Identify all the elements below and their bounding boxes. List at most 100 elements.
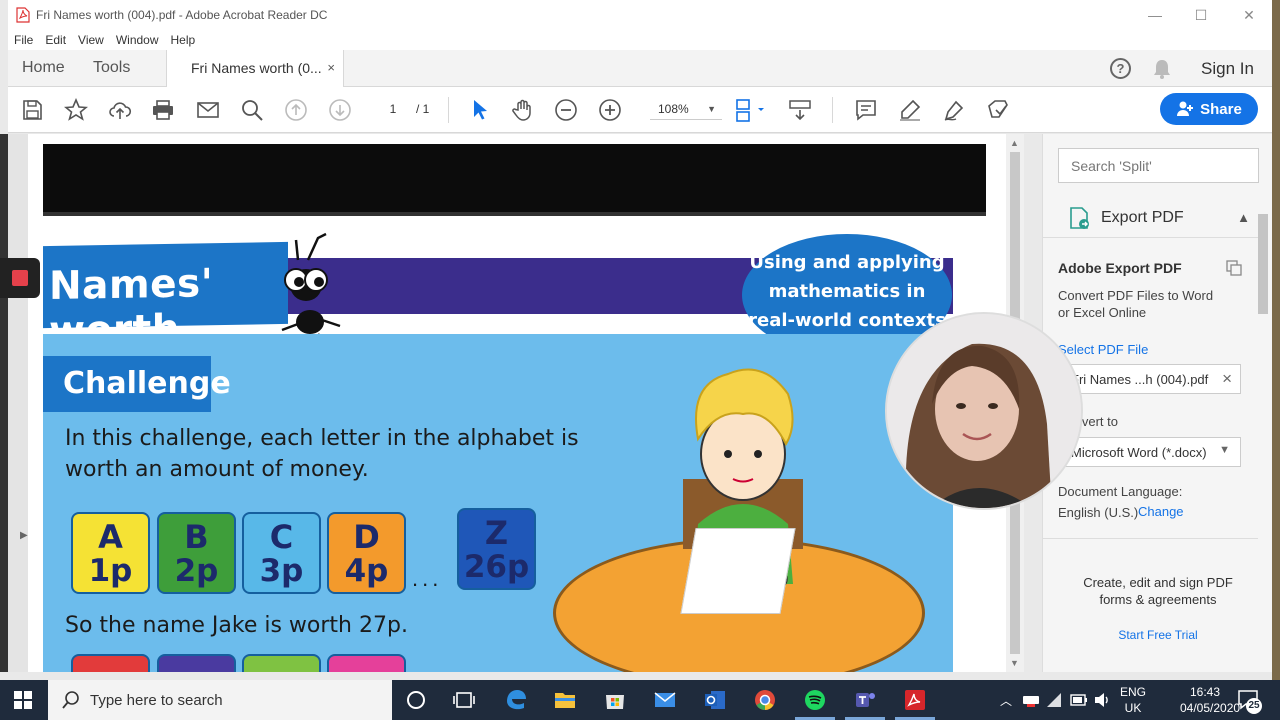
scroll-up-icon[interactable]: ▲: [1010, 138, 1019, 148]
keyboard-scroll-icon[interactable]: [788, 98, 812, 122]
close-window-button[interactable]: ✕: [1226, 0, 1272, 30]
tile-letter: A: [98, 518, 123, 556]
menu-bar: File Edit View Window Help: [8, 30, 1272, 50]
tile-value: 2p: [174, 553, 219, 589]
document-tab-label: Fri Names worth (0...: [191, 60, 322, 76]
menu-file[interactable]: File: [8, 33, 39, 47]
acrobat-taskbar-icon[interactable]: [903, 688, 927, 712]
export-description: or Excel Online: [1058, 305, 1147, 320]
clear-file-icon[interactable]: ×: [1222, 369, 1232, 389]
fill-sign-tools-icon[interactable]: [986, 98, 1010, 122]
export-description: Convert PDF Files to Word: [1058, 288, 1214, 303]
promo-text: Create, edit and sign PDF forms & agreem…: [1043, 574, 1273, 608]
spotify-icon[interactable]: [803, 688, 827, 712]
comment-icon[interactable]: [854, 98, 878, 122]
letter-tile-d: D 4p: [327, 512, 406, 594]
store-icon[interactable]: [603, 688, 627, 712]
share-button[interactable]: Share: [1160, 93, 1258, 125]
menu-edit[interactable]: Edit: [39, 33, 72, 47]
help-icon[interactable]: ?: [1110, 58, 1131, 79]
bubble-line: Using and applying: [749, 252, 945, 273]
previous-page-icon[interactable]: [284, 98, 308, 122]
hand-tool-icon[interactable]: [511, 98, 535, 122]
taskbar-search-input[interactable]: Type here to search: [48, 680, 392, 720]
print-icon[interactable]: [151, 98, 175, 122]
highlight-pen-icon[interactable]: [898, 98, 922, 122]
task-view-icon[interactable]: [452, 688, 476, 712]
desktop-edge: [1272, 0, 1280, 680]
maximize-button[interactable]: ☐: [1178, 0, 1224, 30]
wifi-icon[interactable]: [1046, 692, 1062, 708]
tab-document[interactable]: Fri Names worth (0... ×: [166, 50, 344, 87]
promo-line: forms & agreements: [1099, 592, 1217, 607]
outlook-icon[interactable]: [703, 688, 727, 712]
acrobat-app-icon: [16, 7, 30, 23]
file-explorer-icon[interactable]: [553, 688, 577, 712]
menu-view[interactable]: View: [72, 33, 110, 47]
recording-indicator[interactable]: [0, 258, 40, 298]
zoom-out-icon[interactable]: [554, 98, 578, 122]
copy-icon[interactable]: [1226, 260, 1242, 276]
export-pdf-label: Export PDF: [1101, 209, 1184, 226]
next-page-icon[interactable]: [328, 98, 352, 122]
volume-icon[interactable]: [1094, 692, 1110, 708]
close-tab-icon[interactable]: ×: [327, 60, 335, 75]
show-hidden-icons-icon[interactable]: ︿: [1000, 692, 1012, 709]
windows-start-icon[interactable]: [14, 691, 32, 709]
promo-line: Create, edit and sign PDF: [1083, 575, 1233, 590]
chrome-icon[interactable]: [753, 688, 777, 712]
tab-home[interactable]: Home: [22, 59, 65, 77]
language-label: Document Language:: [1058, 484, 1183, 499]
sign-pen-icon[interactable]: [942, 98, 966, 122]
format-dropdown[interactable]: Microsoft Word (*.docx) ▼: [1058, 437, 1241, 467]
sign-in-link[interactable]: Sign In: [1201, 59, 1254, 79]
tile-letter: B: [184, 518, 209, 556]
document-view[interactable]: Names' worth Using and applying mathemat…: [8, 134, 1024, 672]
ellipsis: ...: [412, 566, 443, 591]
usb-drive-icon[interactable]: [1022, 692, 1040, 708]
mail-icon[interactable]: [653, 688, 677, 712]
expand-panel-icon[interactable]: ▶: [20, 530, 28, 541]
edge-browser-icon[interactable]: [504, 688, 528, 712]
scroll-down-icon[interactable]: ▼: [1010, 658, 1019, 668]
tab-tools[interactable]: Tools: [93, 59, 130, 77]
selected-file-field[interactable]: Fri Names ...h (004).pdf ×: [1058, 364, 1241, 394]
system-clock[interactable]: 16:43 04/05/2020: [1180, 684, 1240, 716]
upload-cloud-icon[interactable]: [108, 98, 132, 122]
cortana-icon[interactable]: [404, 688, 428, 712]
select-cursor-icon[interactable]: [468, 98, 492, 122]
tools-search-input[interactable]: Search 'Split': [1058, 148, 1259, 183]
battery-icon[interactable]: [1070, 693, 1088, 707]
zoom-in-icon[interactable]: [598, 98, 622, 122]
intro-text-line: worth an amount of money.: [65, 457, 369, 482]
scrollbar-thumb[interactable]: [1258, 214, 1268, 314]
page-number-input[interactable]: 1: [374, 98, 412, 120]
toolbar-divider: [448, 97, 449, 123]
start-free-trial-link[interactable]: Start Free Trial: [1043, 628, 1273, 642]
bubble-line: real-world contexts: [748, 310, 946, 331]
tile-value: 3p: [259, 553, 304, 589]
save-icon[interactable]: [20, 98, 44, 122]
zoom-level-dropdown[interactable]: 108% ▼: [650, 98, 722, 120]
action-center-button[interactable]: 25: [1238, 690, 1262, 715]
partial-letter-tile: [157, 654, 236, 672]
search-zoom-icon[interactable]: [240, 98, 264, 122]
sidebar-scrollbar[interactable]: [1255, 134, 1272, 538]
email-icon[interactable]: [196, 98, 220, 122]
chevron-down-icon: ▼: [1219, 444, 1230, 456]
export-pdf-header[interactable]: Export PDF ▲: [1043, 198, 1258, 238]
letter-tile-c: C 3p: [242, 512, 321, 594]
menu-help[interactable]: Help: [165, 33, 202, 47]
menu-window[interactable]: Window: [110, 33, 165, 47]
chevron-up-icon[interactable]: ▲: [1237, 210, 1250, 225]
minimize-button[interactable]: —: [1132, 0, 1178, 30]
paper-illustration: [680, 528, 796, 614]
select-pdf-file-link[interactable]: Select PDF File: [1058, 342, 1148, 357]
teams-icon[interactable]: [853, 688, 877, 712]
window-title: Fri Names worth (004).pdf - Adobe Acroba…: [36, 8, 328, 22]
change-language-link[interactable]: Change: [1138, 504, 1184, 519]
page-layout-icon[interactable]: [734, 98, 768, 122]
notifications-bell-icon[interactable]: [1152, 58, 1172, 80]
bookmark-star-icon[interactable]: [63, 97, 89, 122]
input-language[interactable]: ENG UK: [1118, 684, 1148, 716]
